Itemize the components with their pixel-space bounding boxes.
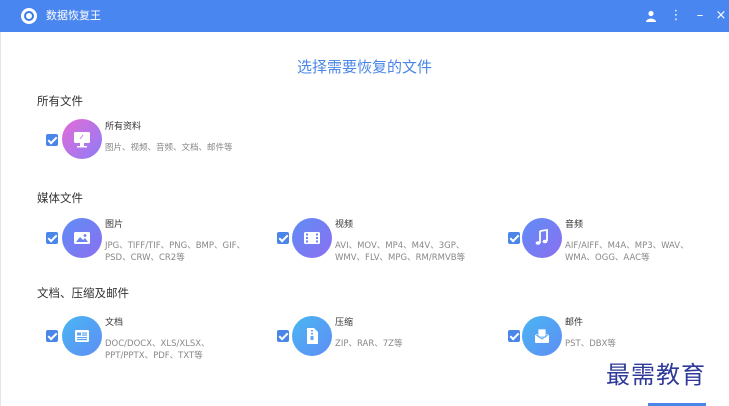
section-title-all-files: 所有文件: [37, 94, 83, 108]
item-title: 压缩: [335, 318, 354, 328]
menu-icon[interactable]: ⋮: [667, 6, 685, 26]
item-title: 文档: [105, 318, 124, 328]
archive-icon: [292, 316, 332, 356]
all-files-icon: [62, 119, 102, 159]
all-files-checkbox[interactable]: [46, 134, 58, 146]
image-icon: [62, 218, 102, 258]
archive-checkbox[interactable]: [277, 330, 289, 342]
images-checkbox[interactable]: [46, 232, 58, 244]
section-title-media: 媒体文件: [37, 191, 83, 205]
mail-icon: [522, 316, 562, 356]
user-icon[interactable]: [642, 6, 660, 26]
item-title: 所有资料: [105, 122, 142, 132]
title-bar: 数据恢复王 ⋮ – ×: [0, 0, 729, 32]
item-desc: AIF/AIFF、M4A、MP3、WAV、WMA、OGG、AAC等: [565, 241, 689, 263]
item-desc: PST、DBX等: [565, 339, 616, 349]
video-icon: [292, 218, 332, 258]
minimize-button[interactable]: –: [691, 6, 709, 26]
item-desc: JPG、TIFF/TIF、PNG、BMP、GIF、PSD、CRW、CR2等: [105, 241, 245, 263]
window-border: [0, 32, 1, 406]
item-desc: AVI、MOV、MP4、M4V、3GP、WMV、FLV、MPG、RM/RMVB等: [335, 241, 466, 263]
app-logo-icon: [21, 8, 37, 24]
item-title: 图片: [105, 220, 124, 230]
mail-checkbox[interactable]: [508, 330, 520, 342]
documents-checkbox[interactable]: [46, 330, 58, 342]
page-title: 选择需要恢复的文件: [296, 58, 432, 76]
item-title: 邮件: [565, 318, 584, 328]
item-desc: DOC/DOCX、XLS/XLSX、PPT/PPTX、PDF、TXT等: [105, 339, 210, 361]
section-title-docs: 文档、压缩及邮件: [37, 286, 129, 300]
audio-icon: [522, 218, 562, 258]
item-title: 视频: [335, 220, 354, 230]
document-icon: [62, 316, 102, 356]
item-desc: 图片、视频、音频、文档、邮件等: [105, 143, 233, 153]
watermark: 最需教育: [606, 361, 706, 389]
video-checkbox[interactable]: [277, 232, 289, 244]
close-button[interactable]: ×: [712, 6, 729, 26]
item-title: 音频: [565, 220, 584, 230]
app-title: 数据恢复王: [46, 9, 101, 22]
item-desc: ZIP、RAR、7Z等: [335, 339, 403, 349]
audio-checkbox[interactable]: [508, 232, 520, 244]
